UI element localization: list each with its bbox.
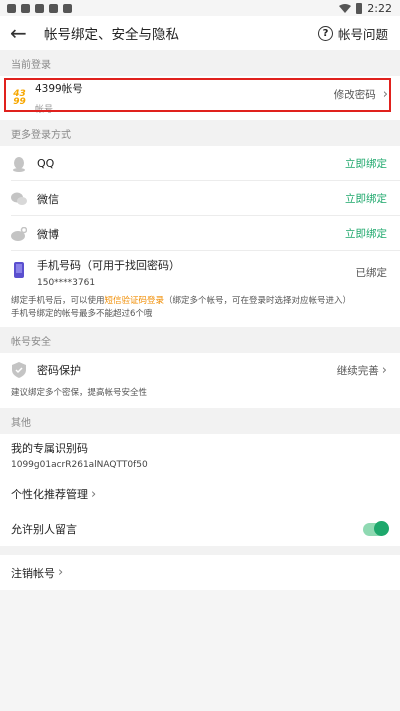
- recommend-label: 个性化推荐管理: [11, 488, 88, 501]
- section-other: 其他: [0, 408, 400, 434]
- sms-login-link[interactable]: 短信验证码登录: [105, 296, 165, 306]
- app-icon: [35, 3, 44, 13]
- phone-row[interactable]: 手机号码（可用于找回密码） 150****3761 已绑定: [0, 251, 400, 293]
- page-title: 帐号绑定、安全与隐私: [44, 27, 179, 43]
- password-note: 建议绑定多个密保，提高帐号安全性: [0, 387, 400, 408]
- wifi-icon: [339, 4, 352, 13]
- robot-icon: [49, 3, 58, 13]
- back-arrow-icon[interactable]: ←: [10, 21, 36, 45]
- qq-icon: [11, 156, 27, 172]
- app-bar: ← 帐号绑定、安全与隐私 ? 帐号问题: [0, 16, 400, 50]
- cancel-account-row[interactable]: 注销帐号 ›: [0, 555, 400, 590]
- question-icon: ?: [317, 25, 333, 41]
- cancel-account-label: 注销帐号: [11, 566, 55, 580]
- chevron-right-icon: ›: [91, 486, 97, 502]
- current-login-row[interactable]: 43 99 4399帐号 帐号 修改密码 ›: [0, 76, 400, 120]
- section-security: 帐号安全: [0, 327, 400, 353]
- warning-icon: [63, 3, 72, 13]
- wechat-icon: [11, 191, 27, 207]
- chevron-right-icon: ›: [381, 362, 387, 378]
- battery-icon: [356, 2, 363, 14]
- allow-comments-label: 允许别人留言: [11, 523, 77, 536]
- allow-comments-toggle[interactable]: [363, 521, 389, 536]
- status-time: 2:22: [367, 1, 392, 15]
- phone-status: 已绑定: [355, 266, 388, 279]
- phone-label: 手机号码（可用于找回密码）: [37, 258, 180, 272]
- chevron-right-icon: ›: [58, 565, 64, 580]
- phone-icon: [11, 262, 27, 278]
- shield-check-icon: [11, 362, 27, 378]
- notification-icons: [7, 3, 72, 13]
- identification-code-row: 我的专属识别码 1099g01acrR261alNAQTT0f50: [0, 434, 400, 476]
- weibo-label: 微博: [37, 227, 59, 241]
- section-current-login: 当前登录: [0, 50, 400, 76]
- notification-icon: [7, 3, 16, 13]
- password-protection-label: 密码保护: [37, 364, 81, 377]
- bind-wechat-button[interactable]: 立即绑定: [345, 191, 387, 206]
- bind-weibo-button[interactable]: 立即绑定: [345, 226, 387, 241]
- bind-qq-button[interactable]: 立即绑定: [345, 156, 387, 171]
- qq-row[interactable]: QQ 立即绑定: [0, 146, 400, 181]
- allow-comments-row: 允许别人留言: [0, 512, 400, 546]
- status-bar: 2:22: [0, 0, 400, 16]
- weibo-icon: [11, 226, 27, 242]
- section-more-login: 更多登录方式: [0, 120, 400, 146]
- account-help-label: 帐号问题: [337, 26, 388, 42]
- id-code-value: 1099g01acrR261alNAQTT0f50: [11, 460, 148, 470]
- highlight-frame: [4, 78, 391, 112]
- weibo-row[interactable]: 微博 立即绑定: [0, 216, 400, 251]
- recommend-management-row[interactable]: 个性化推荐管理 ›: [0, 476, 400, 512]
- continue-improve-button[interactable]: 继续完善 ›: [337, 363, 387, 378]
- wechat-row[interactable]: 微信 立即绑定: [0, 181, 400, 216]
- id-code-label: 我的专属识别码: [11, 442, 88, 455]
- wechat-label: 微信: [37, 192, 59, 206]
- phone-number: 150****3761: [37, 277, 96, 288]
- qq-label: QQ: [37, 157, 55, 170]
- phone-note: 绑定手机号后，可以使用短信验证码登录（绑定多个帐号，可在登录时选择对应帐号进入）…: [0, 293, 400, 327]
- shield-icon: [21, 3, 30, 13]
- account-help-button[interactable]: ? 帐号问题: [317, 24, 388, 43]
- password-protection-row[interactable]: 密码保护 继续完善 ›: [0, 353, 400, 387]
